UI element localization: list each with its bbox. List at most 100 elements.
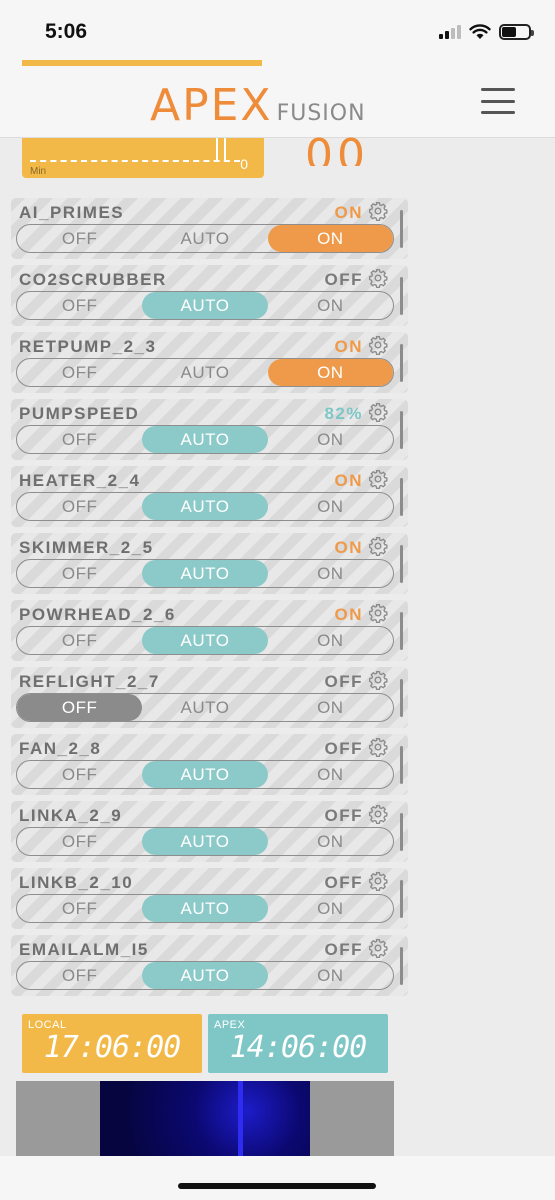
gear-icon[interactable] bbox=[368, 536, 388, 556]
gear-icon[interactable] bbox=[368, 737, 388, 757]
mode-off-button[interactable]: OFF bbox=[17, 292, 142, 319]
mode-auto-button[interactable]: AUTO bbox=[142, 694, 267, 721]
outlet-scroll-handle[interactable] bbox=[400, 411, 403, 449]
outlet-name: CO2SCRUBBER bbox=[19, 270, 167, 289]
outlet-list: AI_PRIMES ON OFF AUTO ON CO2SCRUBBER OFF… bbox=[11, 198, 408, 1002]
mode-off-button[interactable]: OFF bbox=[17, 225, 142, 252]
mode-auto-button[interactable]: AUTO bbox=[142, 493, 268, 520]
mode-switch[interactable]: OFF AUTO ON bbox=[16, 760, 394, 789]
gauge-big-value: 00 bbox=[305, 130, 369, 166]
outlet-state: OFF bbox=[324, 739, 363, 758]
status-bar: 5:06 bbox=[0, 0, 555, 66]
mode-off-button[interactable]: OFF bbox=[17, 895, 142, 922]
outlet-name: LINKB_2_10 bbox=[19, 873, 134, 892]
local-clock-tile[interactable]: LOCAL 17:06:00 bbox=[22, 1014, 202, 1073]
mode-auto-button[interactable]: AUTO bbox=[142, 292, 268, 319]
outlet-state: 82% bbox=[324, 404, 363, 423]
gauge-tile[interactable]: Min 0 bbox=[22, 138, 264, 178]
mode-auto-button[interactable]: AUTO bbox=[142, 560, 268, 587]
gear-icon[interactable] bbox=[368, 871, 388, 891]
outlet-row-emailalm-i5: EMAILALM_I5 OFF OFF AUTO ON bbox=[11, 935, 408, 996]
gear-icon[interactable] bbox=[368, 804, 388, 824]
gear-icon[interactable] bbox=[368, 268, 388, 288]
mode-on-button[interactable]: ON bbox=[268, 694, 393, 721]
outlet-row-linkb-2-10: LINKB_2_10 OFF OFF AUTO ON bbox=[11, 868, 408, 929]
gear-icon[interactable] bbox=[368, 670, 388, 690]
mode-switch[interactable]: OFF AUTO ON bbox=[16, 626, 394, 655]
mode-on-button[interactable]: ON bbox=[268, 493, 393, 520]
hamburger-menu-icon[interactable] bbox=[481, 88, 515, 114]
mode-auto-button[interactable]: AUTO bbox=[142, 426, 268, 453]
mode-off-button[interactable]: OFF bbox=[17, 359, 142, 386]
mode-auto-button[interactable]: AUTO bbox=[142, 359, 267, 386]
gear-icon[interactable] bbox=[368, 603, 388, 623]
outlet-row-fan-2-8: FAN_2_8 OFF OFF AUTO ON bbox=[11, 734, 408, 795]
outlet-row-ai-primes: AI_PRIMES ON OFF AUTO ON bbox=[11, 198, 408, 259]
status-time: 5:06 bbox=[45, 20, 88, 43]
mode-on-button[interactable]: ON bbox=[268, 560, 393, 587]
mode-switch[interactable]: OFF AUTO ON bbox=[16, 224, 394, 253]
gauge-min-label: Min bbox=[30, 166, 47, 177]
outlet-scroll-handle[interactable] bbox=[400, 545, 403, 583]
gear-icon[interactable] bbox=[368, 469, 388, 489]
mode-switch[interactable]: OFF AUTO ON bbox=[16, 961, 394, 990]
mode-off-button[interactable]: OFF bbox=[17, 560, 142, 587]
outlet-row-heater-2-4: HEATER_2_4 ON OFF AUTO ON bbox=[11, 466, 408, 527]
camera-feed-tile[interactable] bbox=[16, 1081, 394, 1156]
outlet-scroll-handle[interactable] bbox=[400, 746, 403, 784]
outlet-scroll-handle[interactable] bbox=[400, 612, 403, 650]
apex-clock-tile[interactable]: APEX 14:06:00 bbox=[208, 1014, 388, 1073]
mode-switch[interactable]: OFF AUTO ON bbox=[16, 492, 394, 521]
mode-switch[interactable]: OFF AUTO ON bbox=[16, 559, 394, 588]
clocks-row: LOCAL 17:06:00 APEX 14:06:00 bbox=[22, 1014, 390, 1074]
outlet-scroll-handle[interactable] bbox=[400, 679, 403, 717]
mode-auto-button[interactable]: AUTO bbox=[142, 895, 268, 922]
mode-on-button[interactable]: ON bbox=[267, 359, 393, 386]
home-indicator[interactable] bbox=[178, 1183, 376, 1189]
outlet-scroll-handle[interactable] bbox=[400, 947, 403, 985]
gear-icon[interactable] bbox=[368, 938, 388, 958]
outlet-state: ON bbox=[334, 471, 363, 490]
mode-auto-button[interactable]: AUTO bbox=[142, 828, 268, 855]
mode-auto-button[interactable]: AUTO bbox=[142, 627, 268, 654]
mode-off-button[interactable]: OFF bbox=[17, 694, 143, 721]
mode-off-button[interactable]: OFF bbox=[17, 828, 142, 855]
mode-off-button[interactable]: OFF bbox=[17, 426, 142, 453]
mode-switch[interactable]: OFF AUTO ON bbox=[16, 291, 394, 320]
mode-off-button[interactable]: OFF bbox=[17, 493, 142, 520]
outlet-scroll-handle[interactable] bbox=[400, 277, 403, 315]
mode-off-button[interactable]: OFF bbox=[17, 962, 142, 989]
mode-on-button[interactable]: ON bbox=[268, 895, 393, 922]
outlet-scroll-handle[interactable] bbox=[400, 344, 403, 382]
mode-switch[interactable]: OFF AUTO ON bbox=[16, 358, 394, 387]
mode-switch[interactable]: OFF AUTO ON bbox=[16, 693, 394, 722]
gear-icon[interactable] bbox=[368, 335, 388, 355]
outlet-scroll-handle[interactable] bbox=[400, 210, 403, 248]
mode-auto-button[interactable]: AUTO bbox=[142, 225, 267, 252]
mode-on-button[interactable]: ON bbox=[268, 627, 393, 654]
outlet-scroll-handle[interactable] bbox=[400, 880, 403, 918]
apex-fusion-logo[interactable]: APEX FUSION bbox=[150, 80, 366, 131]
mode-switch[interactable]: OFF AUTO ON bbox=[16, 894, 394, 923]
mode-auto-button[interactable]: AUTO bbox=[142, 761, 268, 788]
mode-off-button[interactable]: OFF bbox=[17, 761, 142, 788]
gear-icon[interactable] bbox=[368, 402, 388, 422]
outlet-state: OFF bbox=[324, 940, 363, 959]
mode-on-button[interactable]: ON bbox=[267, 225, 393, 252]
mode-on-button[interactable]: ON bbox=[268, 292, 393, 319]
outlet-scroll-handle[interactable] bbox=[400, 813, 403, 851]
cellular-signal-icon bbox=[439, 25, 461, 39]
outlet-state: OFF bbox=[324, 672, 363, 691]
mode-on-button[interactable]: ON bbox=[268, 828, 393, 855]
mode-auto-button[interactable]: AUTO bbox=[142, 962, 268, 989]
mode-switch[interactable]: OFF AUTO ON bbox=[16, 827, 394, 856]
gear-icon[interactable] bbox=[368, 201, 388, 221]
mode-on-button[interactable]: ON bbox=[268, 426, 393, 453]
outlet-row-skimmer-2-5: SKIMMER_2_5 ON OFF AUTO ON bbox=[11, 533, 408, 594]
outlet-scroll-handle[interactable] bbox=[400, 478, 403, 516]
mode-switch[interactable]: OFF AUTO ON bbox=[16, 425, 394, 454]
outlet-name: EMAILALM_I5 bbox=[19, 940, 149, 959]
mode-on-button[interactable]: ON bbox=[268, 962, 393, 989]
mode-on-button[interactable]: ON bbox=[268, 761, 393, 788]
mode-off-button[interactable]: OFF bbox=[17, 627, 142, 654]
